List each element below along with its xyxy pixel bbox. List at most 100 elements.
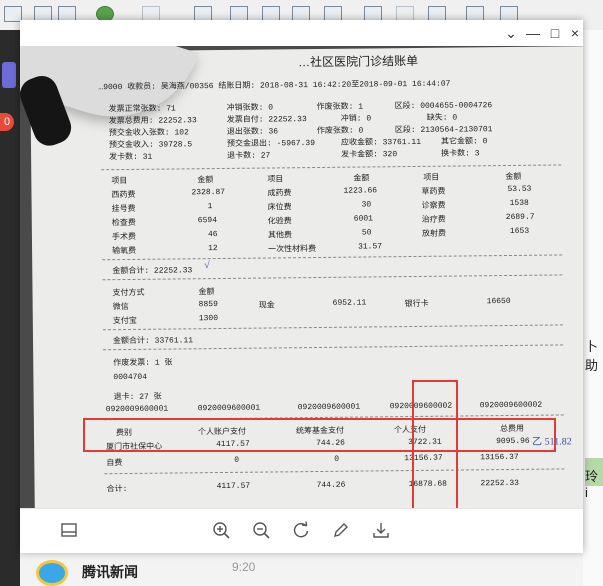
stat: 发卡金额: 320 [341,150,398,160]
stat: 退卡数: 27 [227,151,271,161]
void-label: 作废发票: 1 张 [113,358,173,369]
divider [102,254,563,261]
highlight-box-fund-row [83,418,556,452]
void-number: 0004704 [113,372,148,383]
pin-icon[interactable]: ⌄ [500,22,522,44]
receipt-photo: …社区医院门诊结账单 …9000 收款员: 吴海燕/00356 结账日期: 20… [20,46,583,524]
background-panel [583,30,603,586]
item-cell: 草药费 [421,187,446,197]
item-cell: 1538 [509,198,529,208]
item-cell: 30 [361,200,372,210]
card-number: 0920009600001 [197,403,261,414]
pay-cell: 支付宝 [112,316,137,327]
stat: 预交金退出: -5967.39 [226,139,316,149]
maximize-button[interactable]: □ [544,22,566,44]
item-cell: 46 [207,230,218,240]
item-cell: 1 [207,202,213,212]
fund-total: 合计: [106,485,128,495]
item-cell: 6001 [353,214,374,224]
pay-cell: 1300 [198,314,219,324]
items-header: 项目 [267,175,284,185]
handwritten-check: √ [204,260,210,272]
card-number: 0920009600001 [297,402,361,413]
item-cell: 手术费 [111,232,136,243]
stat: 冲销: 0 [340,114,372,124]
viewer-toolbar [20,508,583,553]
item-cell: 一次性材料费 [268,245,317,255]
tencent-news-icon[interactable] [36,560,68,586]
item-cell: 12 [208,244,218,254]
items-header: 项目 [423,173,440,183]
zoom-in-icon[interactable] [208,517,234,543]
layout-icon[interactable] [56,517,82,543]
zoom-out-icon[interactable] [248,517,274,543]
stat: 发票自付: 22252.33 [226,115,307,125]
items-header: 金额 [505,172,522,183]
pay-cell: 微信 [112,302,129,313]
item-cell: 1653 [509,226,530,236]
pay-cell: 6952.11 [332,298,367,308]
pay-cell: 8859 [198,300,218,310]
item-cell: 挂号费 [111,204,136,215]
amount-total: 金额合计: 22252.33 [112,266,193,277]
pay-header: 支付方式 [112,288,145,299]
rotate-icon[interactable] [288,517,314,543]
fund-total: 744.26 [316,480,346,491]
item-cell: 治疗费 [421,215,446,225]
fund-cell: 0 [234,455,240,465]
highlight-box-column [412,380,458,524]
divider [104,468,565,475]
pay-cell: 现金 [258,301,275,311]
refund-label: 退卡: 27 张 [113,392,162,403]
background-text: 卜助 [585,339,599,373]
download-icon[interactable] [368,517,394,543]
stat: 发卡数: 31 [109,152,153,163]
close-button[interactable]: × [564,22,586,44]
stat: 预交金收入: 39728.5 [108,140,193,151]
pay-total: 金额合计: 33761.11 [112,336,194,347]
stat: 其它金额: 0 [440,137,488,147]
stat: 冲销张数: 0 [226,103,274,113]
items-header: 金额 [197,176,214,186]
item-cell: 输氧费 [112,246,137,257]
stat: 发票正常张数: 71 [108,104,176,115]
stat: 发票总费用: 22252.33 [108,116,197,127]
stat: 作废张数: 0 [316,126,364,137]
news-label[interactable]: 腾讯新闻 [82,562,138,582]
app-icon[interactable] [2,62,16,88]
item-cell: 床位费 [267,203,292,213]
minimize-button[interactable]: — [522,22,544,44]
pay-cell: 银行卡 [404,299,429,310]
item-cell: 2328.87 [191,187,226,198]
background-text: 玲 i [585,469,599,500]
divider [102,324,563,331]
fund-total: 4117.57 [216,481,251,492]
fund-cell: 0 [334,454,340,464]
receipt-title: …社区医院门诊结账单 [298,53,419,70]
news-time: 9:20 [232,560,256,574]
card-number: 0920009600001 [105,404,169,415]
item-cell: 53.53 [507,184,532,195]
stat: 区段: 2130564-2130701 [394,125,493,136]
fund-cell: 13156.37 [480,452,519,463]
card-number: 0920009600002 [479,400,543,411]
divider [101,164,562,171]
item-cell: 50 [361,228,372,238]
stat: 预交金收入张数: 102 [108,128,189,139]
item-cell: 西药费 [111,190,136,201]
image-viewer-window: ⌄ — □ × …社区医院门诊结账单 …9000 收款员: 吴海燕/00356 … [20,20,586,553]
item-cell: 化验费 [267,217,292,227]
item-cell: 放射费 [421,229,446,239]
fund-total: 22252.33 [480,478,519,489]
item-cell: 6594 [197,216,218,226]
edit-icon[interactable] [328,517,354,543]
item-cell: 检查费 [111,218,136,229]
stat: 应收金额: 33761.11 [340,137,422,148]
item-cell: 2689.7 [505,212,535,223]
pay-header: 金额 [198,288,215,298]
fund-cell: 自费 [106,459,123,469]
item-cell: 诊察费 [421,201,446,211]
item-cell: 成药费 [267,189,292,199]
stat: 换卡数: 3 [441,149,480,159]
stat: 退出张数: 36 [226,127,279,137]
